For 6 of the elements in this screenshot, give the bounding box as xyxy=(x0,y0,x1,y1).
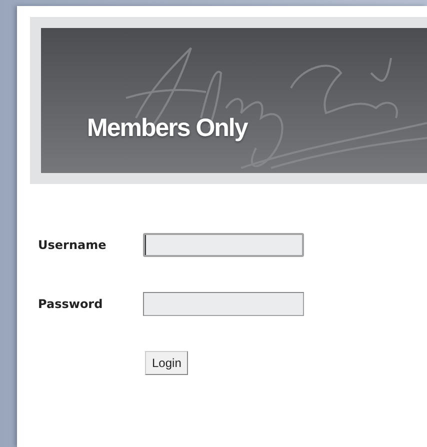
input-field[interactable] xyxy=(143,292,304,316)
field-label: Password xyxy=(38,297,104,311)
banner-title: Members Only xyxy=(87,114,248,143)
input-field[interactable] xyxy=(143,233,304,257)
field-label: Username xyxy=(38,238,108,252)
login-button[interactable]: Login xyxy=(145,351,188,375)
